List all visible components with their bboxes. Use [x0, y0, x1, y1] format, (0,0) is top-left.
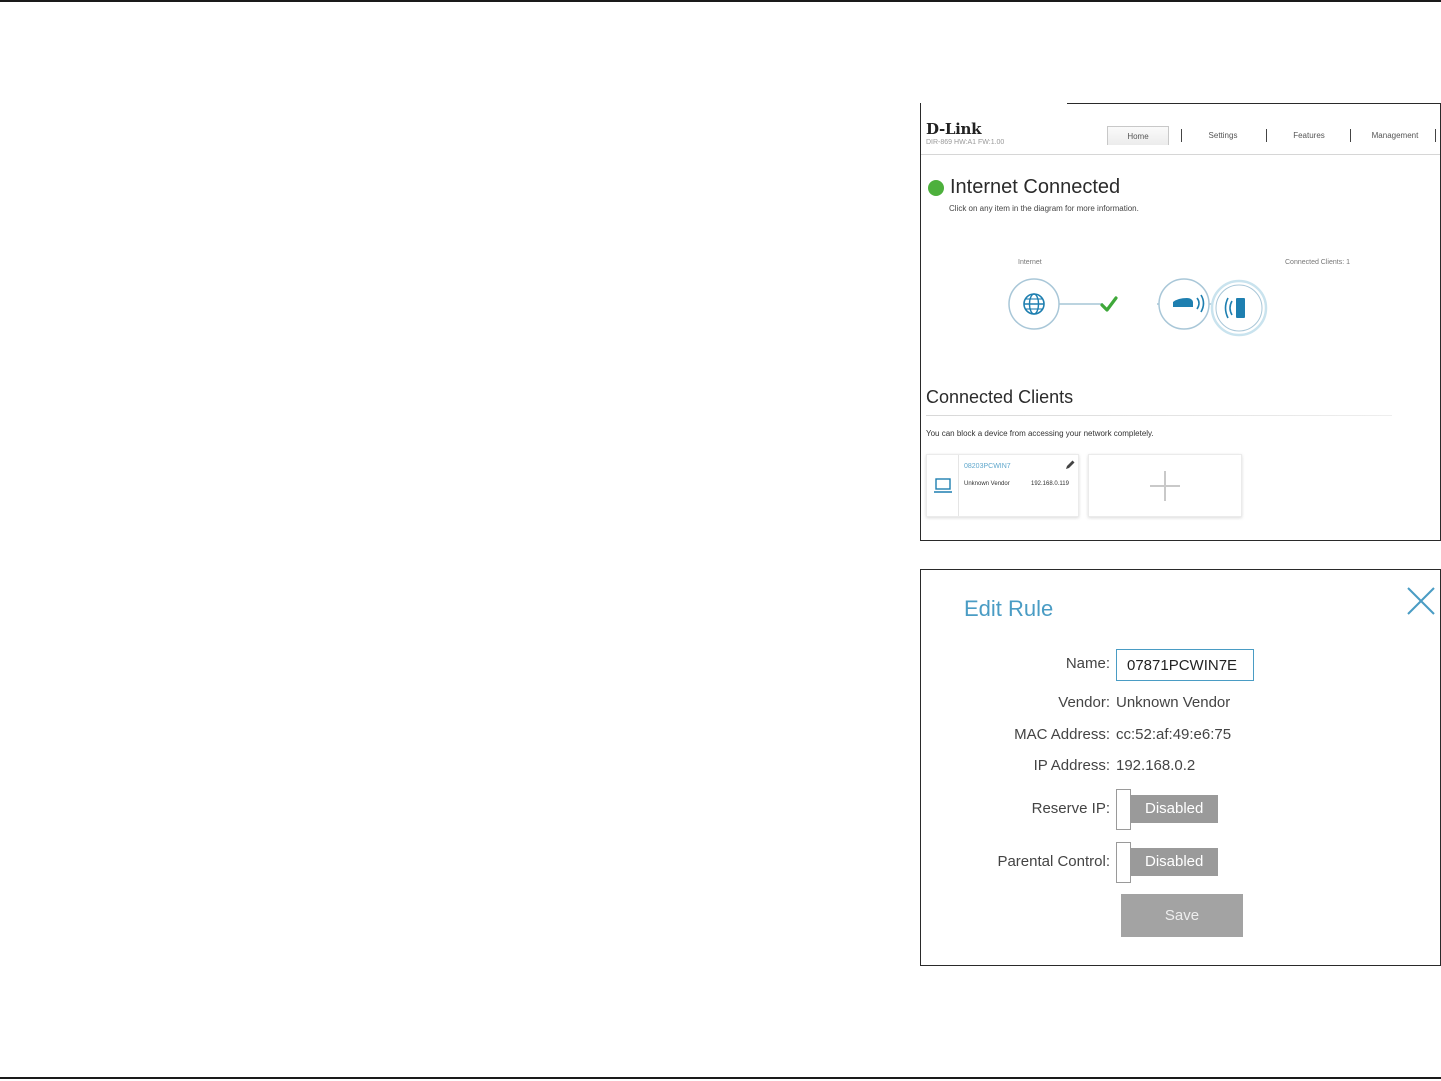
- client-icon-column: [927, 455, 959, 516]
- client-card[interactable]: 08203PCWIN7 Unknown Vendor 192.168.0.119: [926, 454, 1079, 517]
- mac-address-value: cc:52:af:49:e6:75: [1116, 726, 1232, 743]
- internet-label: Internet: [1018, 259, 1042, 266]
- name-label: Name:: [1065, 655, 1110, 672]
- reserve-ip-label: Reserve IP:: [1031, 800, 1110, 817]
- network-diagram: [1008, 278, 1268, 337]
- tab-settings[interactable]: Settings: [1195, 126, 1251, 145]
- client-vendor: Unknown Vendor: [964, 481, 1010, 487]
- mac-address-label: MAC Address:: [1014, 726, 1110, 743]
- parental-control-state: Disabled: [1122, 848, 1218, 876]
- wireless-client-icon[interactable]: [1210, 279, 1268, 337]
- toggle-knob: [1116, 842, 1131, 883]
- parental-control-label: Parental Control:: [997, 853, 1110, 870]
- nav-divider: [1350, 129, 1351, 142]
- vendor-value: Unknown Vendor: [1116, 694, 1231, 711]
- ip-address-label: IP Address:: [1033, 757, 1110, 774]
- tab-features[interactable]: Features: [1281, 126, 1337, 145]
- client-ip: 192.168.0.119: [1031, 481, 1069, 487]
- tab-home[interactable]: Home: [1107, 126, 1169, 145]
- close-icon[interactable]: [1405, 585, 1437, 617]
- connected-clients-heading: Connected Clients: [926, 387, 1074, 407]
- check-icon: [1100, 296, 1118, 312]
- model-info: DIR-869 HW:A1 FW:1.00: [926, 139, 1005, 146]
- section-divider: [926, 415, 1392, 416]
- clients-count-label: Connected Clients: 1: [1285, 259, 1350, 266]
- add-client-button[interactable]: [1088, 454, 1242, 517]
- name-input[interactable]: [1116, 649, 1254, 681]
- status-subtitle: Click on any item in the diagram for mor…: [949, 204, 1139, 213]
- dialog-title: Edit Rule: [964, 596, 1054, 621]
- globe-icon[interactable]: [1008, 278, 1060, 330]
- nav-divider: [1181, 129, 1182, 142]
- ip-address-value: 192.168.0.2: [1116, 757, 1196, 774]
- tab-management[interactable]: Management: [1361, 126, 1429, 145]
- plus-icon: [1150, 471, 1180, 501]
- reserve-ip-toggle[interactable]: Disabled: [1116, 789, 1219, 830]
- vendor-label: Vendor:: [1058, 694, 1110, 711]
- status-title: Internet Connected: [950, 176, 1121, 198]
- pencil-icon[interactable]: [1064, 459, 1076, 471]
- parental-control-toggle[interactable]: Disabled: [1116, 842, 1219, 883]
- edit-rule-dialog: Edit Rule Name: Vendor: Unknown Vendor M…: [920, 569, 1441, 966]
- toggle-knob: [1116, 789, 1131, 830]
- router-header: D-Link DIR-869 HW:A1 FW:1.00 Home Settin…: [921, 103, 1440, 155]
- status-indicator: [928, 180, 944, 196]
- brand-logo: D-Link: [926, 120, 982, 138]
- bottom-rule: [0, 1077, 1441, 1079]
- router-icon[interactable]: [1158, 278, 1210, 330]
- nav-divider: [1435, 129, 1436, 142]
- connected-clients-description: You can block a device from accessing yo…: [926, 429, 1154, 438]
- client-name[interactable]: 08203PCWIN7: [964, 463, 1011, 470]
- reserve-ip-state: Disabled: [1122, 795, 1218, 823]
- laptop-icon: [934, 478, 952, 493]
- save-button[interactable]: Save: [1121, 894, 1243, 937]
- nav-divider: [1266, 129, 1267, 142]
- home-screenshot: D-Link DIR-869 HW:A1 FW:1.00 Home Settin…: [920, 103, 1441, 541]
- top-rule: [0, 0, 1441, 2]
